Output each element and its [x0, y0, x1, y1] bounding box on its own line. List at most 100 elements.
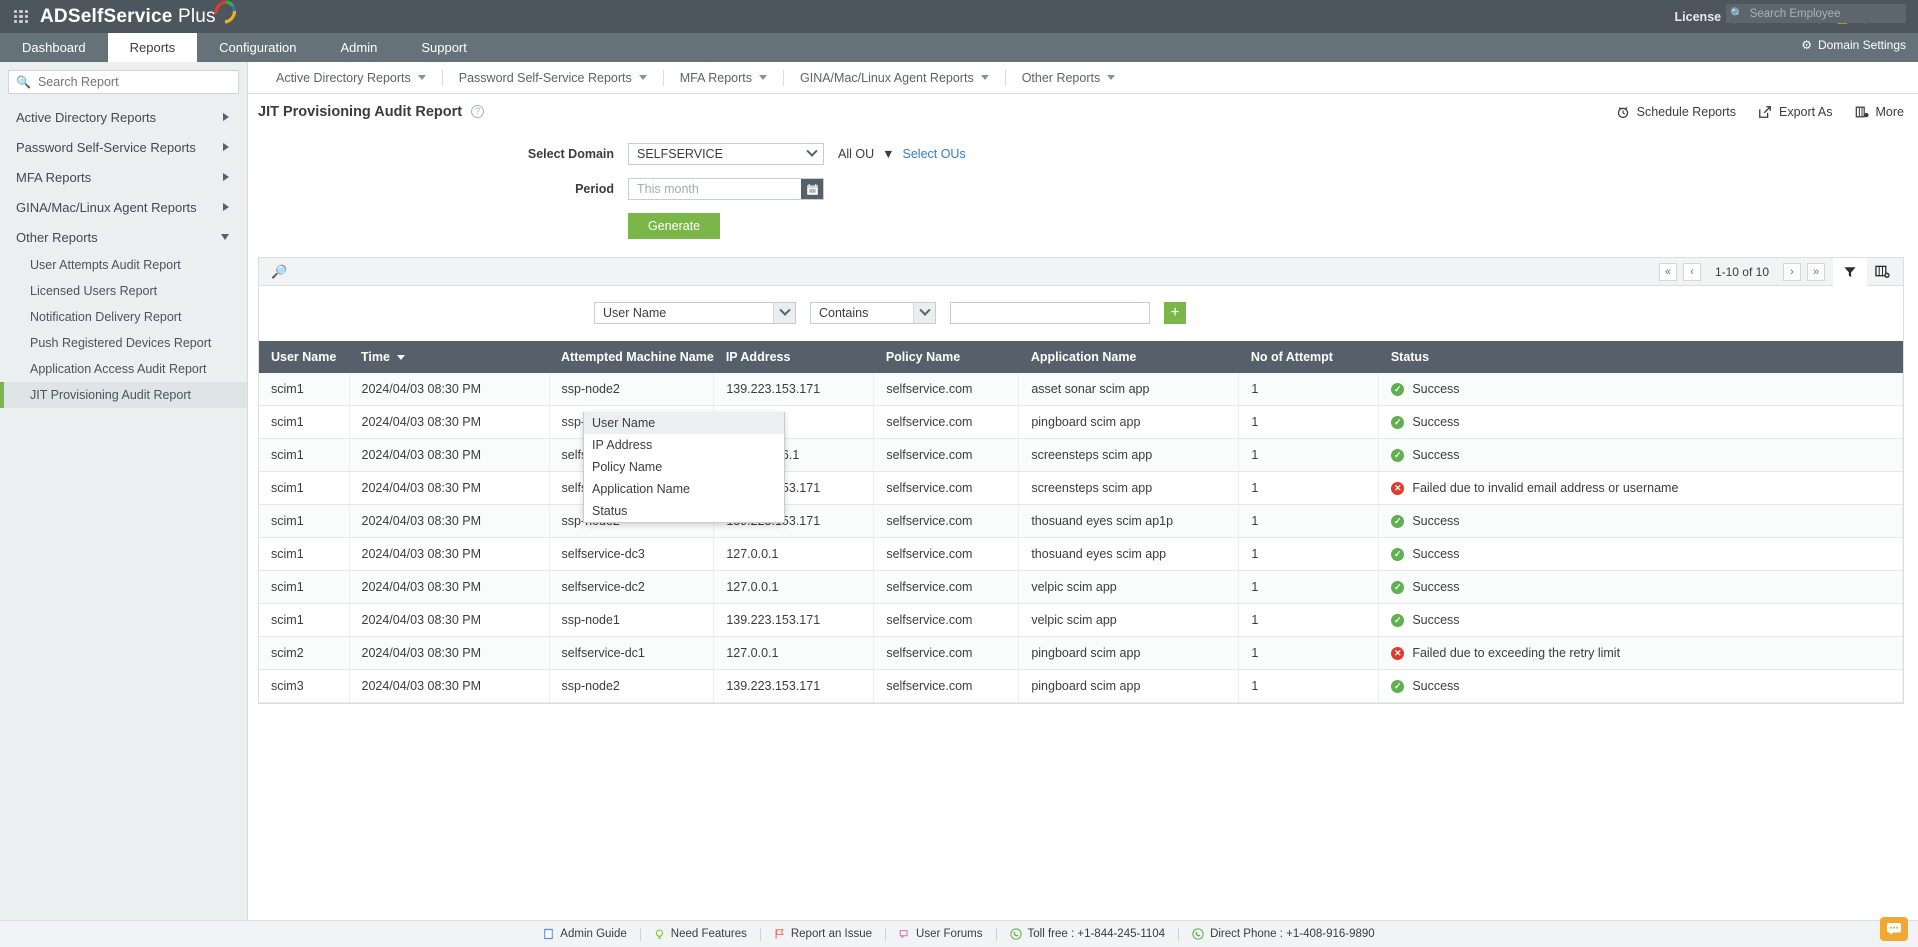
select-ous-link[interactable]: Select OUs [903, 147, 966, 161]
report-tab-other-reports[interactable]: Other Reports [1006, 71, 1132, 85]
column-header-status[interactable]: Status [1378, 341, 1903, 373]
period-field[interactable]: This month [628, 178, 824, 200]
dropdown-option-ip-address[interactable]: IP Address [584, 434, 784, 456]
search-report-box[interactable]: 🔍 [8, 70, 239, 94]
footer-link-user-forums[interactable]: User Forums [886, 928, 995, 940]
nav-tab-dashboard[interactable]: Dashboard [0, 33, 108, 62]
sidebar-group-password-self-service-reports[interactable]: Password Self-Service Reports [0, 132, 247, 162]
column-header-attempted-machine-name[interactable]: Attempted Machine Name [549, 341, 714, 373]
search-employee-box[interactable]: 🔍 Search Employee [1726, 4, 1906, 23]
column-settings-button[interactable] [1867, 258, 1897, 286]
help-icon[interactable]: ? [471, 105, 485, 118]
sidebar-item-user-attempts-audit-report[interactable]: User Attempts Audit Report [0, 252, 247, 278]
footer-label: User Forums [916, 928, 983, 940]
nav-tab-configuration[interactable]: Configuration [197, 33, 318, 62]
ou-selector: All OU ▼ Select OUs [838, 147, 966, 161]
filter-toggle-button[interactable] [1833, 257, 1867, 286]
table-row[interactable]: scim12024/04/03 08:30 PMselfservice-dc11… [259, 438, 1903, 472]
dropdown-option-user-name[interactable]: User Name [584, 412, 784, 434]
footer-direct-phone[interactable]: Direct Phone : +1-408-916-9890 [1179, 928, 1388, 940]
table-row[interactable]: scim12024/04/03 08:30 PMssp-node2139.223… [259, 504, 1903, 538]
first-page-button[interactable]: « [1658, 262, 1677, 281]
last-page-button[interactable]: » [1807, 262, 1825, 281]
table-row[interactable]: scim12024/04/03 08:30 PMselfservice-dc21… [259, 471, 1903, 505]
footer-link-admin-guide[interactable]: Admin Guide [530, 928, 639, 940]
chevron-right-icon [223, 203, 229, 211]
sidebar-group-mfa-reports[interactable]: MFA Reports [0, 162, 247, 192]
cell-status: ✓ Success [1378, 405, 1903, 439]
table-row[interactable]: scim1 2024/04/03 08:30 PM ssp-node1 139.223… [259, 603, 1903, 637]
table-row[interactable]: scim12024/04/03 08:30 PMssp-node1127.0.0… [259, 405, 1903, 439]
column-header-no-of-attempt[interactable]: No of Attempt [1238, 341, 1379, 373]
nav-tab-reports[interactable]: Reports [107, 33, 198, 62]
pagination: « ‹ 1-10 of 10 › » [1658, 262, 1825, 281]
next-page-button[interactable]: › [1783, 262, 1801, 281]
table-row[interactable]: scim12024/04/03 08:30 PMselfservice-dc21… [259, 570, 1903, 604]
filter-value-input[interactable] [950, 301, 1150, 324]
report-tab-mfa-reports[interactable]: MFA Reports [664, 71, 783, 85]
column-header-time[interactable]: Time [349, 341, 549, 373]
table-row[interactable]: scim2 2024/04/03 08:30 PM selfservice-dc1 1… [259, 636, 1903, 670]
sidebar-item-licensed-users-report[interactable]: Licensed Users Report [0, 278, 247, 304]
status-label: Failed due to invalid email address or u… [1412, 481, 1679, 495]
cell-status: ✓ Success [1378, 603, 1903, 637]
more-button[interactable]: More [1855, 105, 1904, 119]
cell-time: 2024/04/03 08:30 PM [349, 405, 550, 439]
search-report-input[interactable] [37, 75, 231, 89]
report-tab-gina-mac-linux-agent-reports[interactable]: GINA/Mac/Linux Agent Reports [784, 71, 1005, 85]
nav-tab-admin[interactable]: Admin [318, 33, 399, 62]
sidebar-group-other-reports[interactable]: Other Reports [0, 222, 247, 252]
footer-link-report-an-issue[interactable]: Report an Issue [761, 928, 885, 940]
phone-icon [1009, 928, 1022, 940]
column-header-user-name[interactable]: User Name [259, 341, 349, 373]
license-link[interactable]: License [1662, 10, 1735, 24]
cell-time: 2024/04/03 08:30 PM [349, 537, 550, 571]
sidebar-group-gina-mac-linux-agent-reports[interactable]: GINA/Mac/Linux Agent Reports [0, 192, 247, 222]
footer-toll-free-phone[interactable]: Toll free : +1-844-245-1104 [997, 928, 1179, 940]
column-header-application-name[interactable]: Application Name [1018, 341, 1239, 373]
apps-grid-icon[interactable] [14, 9, 28, 24]
main-nav: Dashboard Reports Configuration Admin Su… [0, 4, 1918, 62]
footer-link-need-features[interactable]: Need Features [641, 928, 760, 940]
column-header-policy-name[interactable]: Policy Name [873, 341, 1019, 373]
logo-swoosh-icon [214, 0, 236, 24]
sidebar-item-notification-delivery-report[interactable]: Notification Delivery Report [0, 304, 247, 330]
dropdown-option-application-name[interactable]: Application Name [584, 478, 784, 500]
bulb-icon [655, 929, 663, 939]
select-domain-dropdown[interactable]: SELFSERVICE [628, 143, 824, 165]
cell-user-name: scim1 [259, 373, 350, 406]
cell-time: 2024/04/03 08:30 PM [349, 636, 550, 670]
search-icon[interactable]: 🔎 [271, 264, 287, 280]
sidebar-item-application-access-audit-report[interactable]: Application Access Audit Report [0, 356, 247, 382]
nav-tab-support[interactable]: Support [399, 33, 489, 62]
report-tab-password-self-service-reports[interactable]: Password Self-Service Reports [443, 71, 663, 85]
domain-settings-button[interactable]: ⚙ Domain Settings [1801, 38, 1906, 52]
sidebar-group-active-directory-reports[interactable]: Active Directory Reports [0, 102, 247, 132]
filter-operator-dropdown[interactable]: Contains [810, 301, 936, 324]
chevron-right-icon [223, 173, 229, 181]
generate-button[interactable]: Generate [628, 213, 721, 239]
main-content: Active Directory Reports Password Self-S… [248, 62, 1918, 920]
prev-page-button[interactable]: ‹ [1682, 262, 1701, 281]
schedule-reports-button[interactable]: Schedule Reports [1616, 105, 1736, 119]
export-as-button[interactable]: Export As [1758, 105, 1833, 119]
app-logo: ADSelfService Plus [40, 0, 236, 28]
sidebar-group-label: Active Directory Reports [16, 109, 157, 125]
chevron-down-icon [980, 75, 989, 80]
chat-support-button[interactable] [1880, 917, 1908, 941]
add-column-icon [1874, 265, 1890, 278]
filter-field-dropdown[interactable]: User Name [594, 301, 796, 324]
dropdown-option-status[interactable]: Status [584, 500, 784, 522]
add-filter-button[interactable]: + [1164, 301, 1186, 324]
filter-field-dropdown-options[interactable]: User Name IP Address Policy Name Applica… [583, 412, 785, 523]
sidebar-item-jit-provisioning-audit-report[interactable]: JIT Provisioning Audit Report [0, 382, 247, 408]
report-tab-active-directory-reports[interactable]: Active Directory Reports [260, 71, 442, 85]
table-row[interactable]: scim1 2024/04/03 08:30 PM selfservice-dc3 1… [259, 537, 1903, 571]
chevron-down-icon [417, 75, 426, 80]
sidebar-item-push-registered-devices-report[interactable]: Push Registered Devices Report [0, 330, 247, 356]
column-header-ip-address[interactable]: IP Address [713, 341, 874, 373]
table-row[interactable]: scim3 2024/04/03 08:30 PM ssp-node2 139.223… [259, 669, 1903, 703]
calendar-icon[interactable] [801, 179, 823, 199]
table-row[interactable]: scim12024/04/03 08:30 PMssp-node2139.223… [259, 373, 1903, 406]
dropdown-option-policy-name[interactable]: Policy Name [584, 456, 784, 478]
